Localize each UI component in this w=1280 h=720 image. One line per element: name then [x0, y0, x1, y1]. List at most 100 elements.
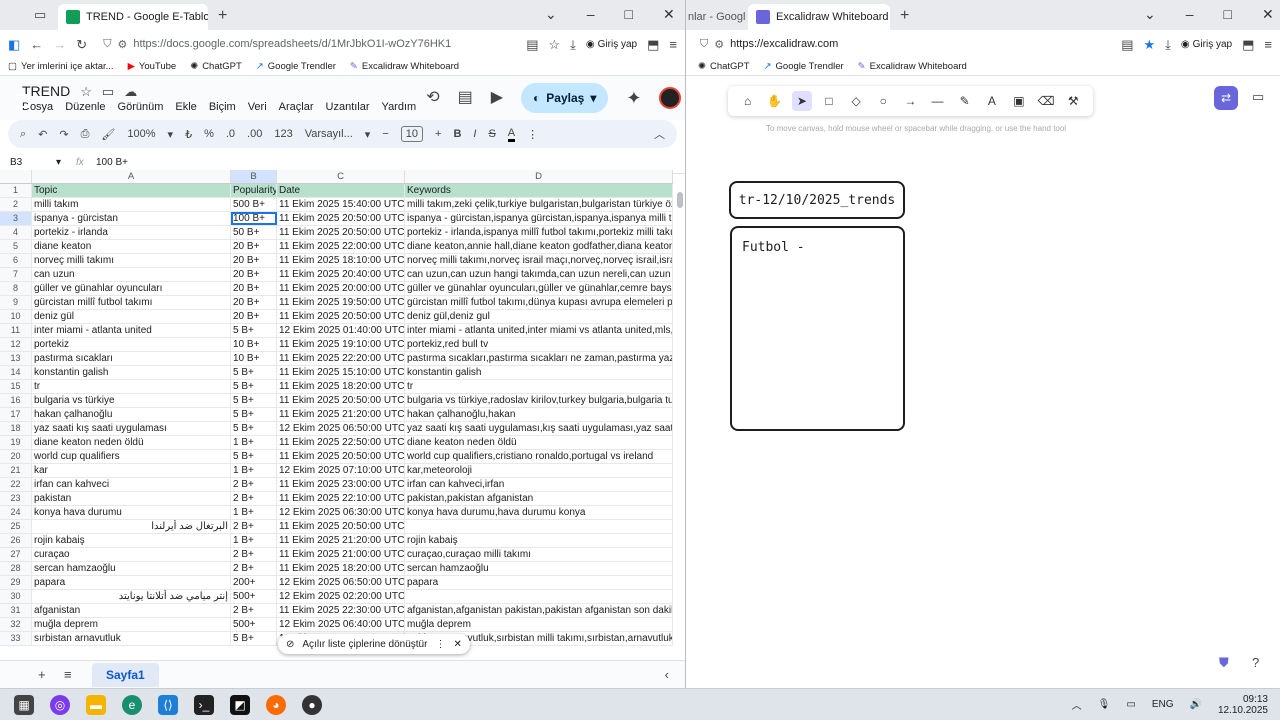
profile-button[interactable]: ◉ Giriş yap [1181, 39, 1232, 50]
minimize-icon[interactable]: – [1186, 6, 1194, 23]
cell-date[interactable]: 11 Ekim 2025 20:50:00 UTC+3 [277, 310, 405, 323]
cell-topic[interactable]: gürcistan millî futbol takımı [32, 296, 231, 309]
collapse-sidepanel-icon[interactable]: ‹ [665, 668, 669, 681]
reload-icon[interactable]: ↻ [76, 38, 87, 51]
excalidraw-canvas[interactable]: ⌂ ✋ ➤ □ ◇ ○ → — ✎ A ▣ ⌫ ⚒ To move canvas… [686, 76, 1280, 688]
more-tools-icon[interactable]: ⚒ [1063, 91, 1083, 111]
bookmark-google-trends[interactable]: ↗ Google Trendler [764, 61, 844, 72]
file-explorer-icon[interactable]: ▬ [86, 694, 106, 715]
cell-keywords[interactable]: konstantin galish [405, 366, 673, 379]
cell-topic[interactable]: diane keaton neden öldü [32, 436, 231, 449]
more-formats-button[interactable]: 123 [274, 128, 292, 140]
collapse-toolbar-icon[interactable]: ︿ [654, 126, 665, 142]
cell-topic[interactable]: البرتغال ضد أيرلندا [32, 520, 231, 533]
sticky-app-icon[interactable]: ◩ [230, 694, 250, 715]
cell-popularity[interactable]: 20 B+ [231, 296, 277, 309]
menu-edit[interactable]: Düzenle [65, 101, 105, 113]
gemini-icon[interactable]: ✦ [626, 89, 641, 107]
lang-indicator[interactable]: ENG [1152, 699, 1174, 710]
font-size-minus-icon[interactable]: − [382, 128, 388, 140]
strikethrough-icon[interactable]: S [488, 128, 495, 140]
image-tool-icon[interactable]: ▣ [1009, 91, 1029, 111]
cell-popularity[interactable]: 20 B+ [231, 282, 277, 295]
reader-icon[interactable]: ▤ [526, 38, 538, 51]
cell-keywords[interactable]: bulgaria vs türkiye,radoslav kirilov,tur… [405, 394, 673, 407]
menu-icon[interactable]: ≡ [669, 38, 677, 51]
cell-keywords[interactable] [405, 520, 673, 533]
mic-icon[interactable]: 🎙 [1098, 699, 1111, 710]
tab-menu-chevron-icon[interactable]: ⌄ [545, 6, 557, 23]
menu-format[interactable]: Biçim [209, 101, 236, 113]
font-size-plus-icon[interactable]: + [435, 128, 441, 140]
menu-insert[interactable]: Ekle [175, 101, 196, 113]
row-number[interactable]: 29 [0, 576, 32, 589]
cell-popularity[interactable]: 5 B+ [231, 366, 277, 379]
cell-date[interactable]: 11 Ekim 2025 23:00:00 UTC+3 [277, 478, 405, 491]
bookmark-google-trends[interactable]: ↗ Google Trendler [256, 61, 336, 72]
bookmark-star-icon[interactable]: ★ [1144, 38, 1156, 51]
cell-keywords[interactable]: gürcistan millî futbol takımı,dünya kupa… [405, 296, 673, 309]
cell-date[interactable]: 11 Ekim 2025 22:10:00 UTC+3 [277, 492, 405, 505]
row-number[interactable]: 22 [0, 478, 32, 491]
row-number[interactable]: 9 [0, 296, 32, 309]
row-number[interactable]: 24 [0, 506, 32, 519]
library-icon[interactable]: ▭ [1252, 90, 1264, 103]
row-number[interactable]: 6 [0, 254, 32, 267]
tab-trend[interactable]: TREND - Google E-Tablolar × [58, 4, 208, 30]
cell-keywords[interactable]: irfan can kahveci,irfan [405, 478, 673, 491]
cell-popularity[interactable]: 5 B+ [231, 450, 277, 463]
cell-topic[interactable]: konya hava durumu [32, 506, 231, 519]
avatar[interactable] [659, 87, 682, 109]
cell-popularity[interactable]: 5 B+ [231, 380, 277, 393]
cell-date[interactable]: 11 Ekim 2025 22:30:00 UTC+3 [277, 604, 405, 617]
font-select[interactable]: Varsayıl... [305, 128, 353, 140]
column-header-c[interactable]: C [277, 170, 405, 183]
cell-popularity[interactable]: 2 B+ [231, 478, 277, 491]
hand-tool-icon[interactable]: ✋ [765, 91, 785, 111]
terminal-icon[interactable]: ›_ [194, 694, 214, 715]
cell-topic[interactable]: sırbistan arnavutluk [32, 632, 231, 645]
menu-data[interactable]: Veri [248, 101, 267, 113]
cell-date[interactable]: 11 Ekim 2025 20:50:00 UTC+3 [277, 226, 405, 239]
font-chevron-icon[interactable]: ▾ [365, 128, 371, 141]
italic-icon[interactable]: I [473, 128, 476, 140]
cell-date[interactable]: 12 Ekim 2025 02:20:00 UTC+3 [277, 590, 405, 603]
recorder-icon[interactable]: ● [302, 694, 322, 715]
cell-keywords[interactable]: portekiz,red bull tv [405, 338, 673, 351]
tab-list-icon[interactable]: ▭ [34, 8, 46, 21]
close-icon[interactable]: ✕ [453, 639, 461, 650]
address-bar[interactable]: ⛉ ⚙ https://excalidraw.com [694, 33, 1111, 55]
row-number[interactable]: 12 [0, 338, 32, 351]
bookmark-youtube[interactable]: ▶ YouTube [128, 61, 177, 72]
cell-topic[interactable]: irfan can kahveci [32, 478, 231, 491]
diamond-tool-icon[interactable]: ◇ [846, 91, 866, 111]
close-window-icon[interactable]: ✕ [1262, 6, 1274, 23]
row-number[interactable]: 18 [0, 422, 32, 435]
address-bar[interactable]: ⛉ ⚙ https://docs.google.com/spreadsheets… [97, 33, 516, 55]
row-number[interactable]: 32 [0, 618, 32, 631]
cell-topic[interactable]: hakan çalhanoğlu [32, 408, 231, 421]
cell-date[interactable]: 11 Ekim 2025 19:50:00 UTC+3 [277, 296, 405, 309]
cell-popularity[interactable]: 10 B+ [231, 338, 277, 351]
cell-topic[interactable]: diane keaton [32, 240, 231, 253]
bookmark-import[interactable]: ▢ Yer imlerini içe aktar... [8, 61, 114, 72]
ellipse-tool-icon[interactable]: ○ [873, 91, 893, 111]
menu-help[interactable]: Yardım [382, 101, 417, 113]
row-number[interactable]: 26 [0, 534, 32, 547]
cell-popularity[interactable]: 20 B+ [231, 254, 277, 267]
cell-date[interactable]: 11 Ekim 2025 15:10:00 UTC+3 [277, 366, 405, 379]
cell-date[interactable]: 11 Ekim 2025 22:20:00 UTC+3 [277, 352, 405, 365]
cell-popularity[interactable]: 2 B+ [231, 562, 277, 575]
cell-popularity[interactable]: 1 B+ [231, 506, 277, 519]
cell-keywords[interactable]: pastırma sıcakları,pastırma sıcakları ne… [405, 352, 673, 365]
cell-topic[interactable]: bulgaria vs türkiye [32, 394, 231, 407]
cell-date[interactable]: 11 Ekim 2025 22:00:00 UTC+3 [277, 240, 405, 253]
cell-keywords[interactable]: norveç milli takımı,norveç israil maçı,n… [405, 254, 673, 267]
row-number[interactable]: 19 [0, 436, 32, 449]
note-box[interactable]: Futbol - [730, 226, 905, 431]
cell-topic[interactable]: ispanya - gürcistan [32, 212, 231, 225]
cell-keywords[interactable]: diane keaton neden öldü [405, 436, 673, 449]
paint-format-icon[interactable]: 🖌 [101, 128, 115, 141]
comments-icon[interactable]: ▤ [458, 90, 473, 106]
currency-button[interactable]: ₺ [185, 128, 192, 141]
